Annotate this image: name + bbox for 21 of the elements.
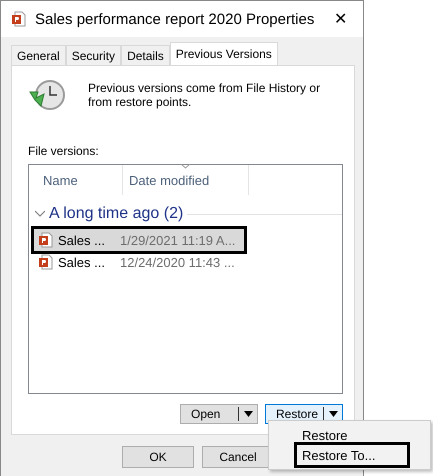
dialog-button[interactable]: OK	[122, 446, 194, 468]
tab[interactable]: Security	[66, 45, 122, 65]
split-button[interactable]: Open	[180, 404, 258, 424]
file-row[interactable]: Sales ... 1/29/2021 11:19 A...	[34, 229, 244, 251]
column-header[interactable]: Name	[29, 165, 123, 195]
file-date: 12/24/2020 11:43 ...	[120, 254, 235, 270]
info-text: Previous versions come from File History or from restore points.	[88, 80, 322, 111]
menu-item[interactable]: Restore	[297, 425, 407, 445]
tab[interactable]: Previous Versions	[170, 42, 278, 65]
file-row[interactable]: Sales ... 12/24/2020 11:43 ...	[34, 251, 244, 273]
close-button[interactable]: ✕	[328, 9, 353, 29]
group-title: A long time ago (2)	[49, 205, 184, 223]
file-versions-label: File versions:	[28, 144, 99, 158]
file-date: 1/29/2021 11:19 A...	[120, 232, 236, 248]
tab[interactable]: General	[11, 45, 66, 65]
file-name: Sales ...	[58, 232, 106, 248]
window-title: Sales performance report 2020 Properties	[35, 10, 316, 28]
menu-item[interactable]: Restore To...	[297, 445, 407, 465]
column-header[interactable]: Date modified	[123, 165, 249, 195]
tab[interactable]: Details	[121, 45, 170, 65]
file-name: Sales ...	[58, 254, 106, 270]
